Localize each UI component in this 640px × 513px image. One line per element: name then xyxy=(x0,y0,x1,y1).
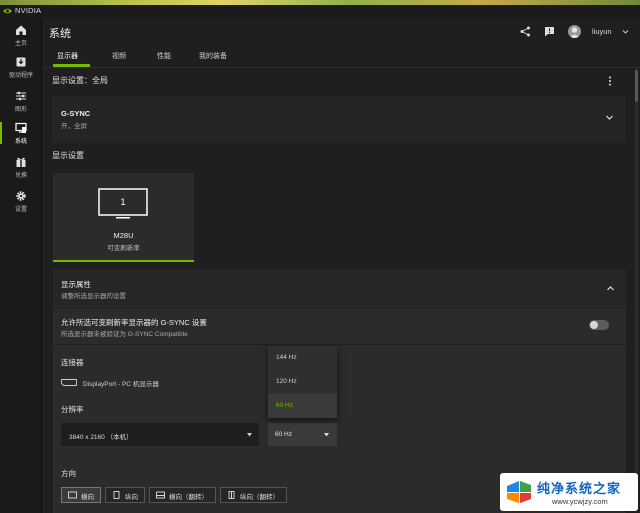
tab-bar: 显示器 视频 性能 我的装备 xyxy=(42,44,640,68)
orientation-landscape-button[interactable]: 横向 xyxy=(61,487,101,503)
orientation-label-portrait-flipped: 纵向（翻转） xyxy=(240,494,279,501)
resolution-label: 分辨率 xyxy=(61,405,84,414)
active-tab-indicator xyxy=(53,64,90,67)
tab-display[interactable]: 显示器 xyxy=(57,51,78,61)
resolution-value: 3840 x 2160 （本机） xyxy=(69,434,133,441)
landscape-icon xyxy=(68,491,77,499)
allow-gsync-label: 允许所选可变刷新率显示器的 G-SYNC 设置 xyxy=(61,318,207,327)
sidebar-item-redeem[interactable]: 兑换 xyxy=(0,154,42,184)
sidebar-item-label: 兑换 xyxy=(14,173,27,179)
orientation-portrait-flipped-button[interactable]: 纵向（翻转） xyxy=(220,487,287,503)
sidebar-item-label: 主页 xyxy=(14,41,27,47)
orientation-label-landscape-flipped: 横向（翻转） xyxy=(169,494,208,501)
window-titlebar: NVIDIA xyxy=(0,5,640,18)
gift-icon xyxy=(16,157,26,167)
share-icon[interactable] xyxy=(520,26,531,37)
connector-value: DisplayPort - PC 机显示器 xyxy=(83,381,159,388)
properties-title: 显示属性 xyxy=(61,280,91,289)
gsync-title: G-SYNC xyxy=(61,109,91,118)
tab-my-rig[interactable]: 我的装备 xyxy=(199,51,227,61)
sidebar-item-label: 驱动程序 xyxy=(8,73,33,79)
sidebar-item-settings[interactable]: 设置 xyxy=(0,188,42,218)
driver-icon xyxy=(16,57,26,67)
gsync-card[interactable]: G-SYNC 开，全屏 xyxy=(52,96,626,143)
portrait-icon xyxy=(113,491,120,499)
monitor-selected-indicator xyxy=(53,260,194,262)
dropdown-option-60hz[interactable]: 60 Hz xyxy=(268,394,337,418)
divider xyxy=(53,344,626,345)
resolution-select[interactable]: 3840 x 2160 （本机） xyxy=(61,423,259,446)
allow-gsync-toggle[interactable] xyxy=(589,320,609,330)
page-header: 系统 liuyun xyxy=(42,18,640,44)
monitor-subtitle: 可变刷新率 xyxy=(107,245,140,252)
monitor-icon xyxy=(15,122,27,133)
page-title: 系统 xyxy=(49,28,71,40)
chevron-down-icon[interactable] xyxy=(622,28,629,35)
option-label: 60 Hz xyxy=(276,402,293,409)
global-display-settings-label: 显示设置：全局 xyxy=(52,76,108,85)
orientation-portrait-button[interactable]: 纵向 xyxy=(105,487,145,503)
sliders-icon xyxy=(16,91,26,101)
feedback-icon[interactable] xyxy=(544,26,555,37)
dropdown-arrow-icon xyxy=(324,433,329,437)
orientation-landscape-flipped-button[interactable]: 横向（翻转） xyxy=(149,487,216,503)
chevron-down-icon[interactable] xyxy=(605,113,614,122)
sidebar-item-home[interactable]: 主页 xyxy=(0,22,42,52)
refresh-rate-dropdown: 144 Hz 120 Hz 60 Hz xyxy=(268,346,337,418)
content-area: 显示设置：全局 G-SYNC 开，全屏 显示设置 1 M28U 可变刷新率 显示… xyxy=(42,68,637,513)
username[interactable]: liuyun xyxy=(592,27,612,36)
sidebar-item-graphics[interactable]: 图形 xyxy=(0,88,42,118)
user-icon xyxy=(569,27,580,38)
watermark-logo-icon xyxy=(504,477,534,507)
monitor-number: 1 xyxy=(120,197,126,207)
monitor-name: M28U xyxy=(113,231,134,240)
watermark-title: 纯净系统之家 xyxy=(537,481,622,496)
landscape-flipped-icon xyxy=(156,491,165,499)
home-icon xyxy=(16,25,26,35)
display-settings-label: 显示设置 xyxy=(52,151,84,160)
more-options-icon[interactable] xyxy=(607,76,613,86)
app-name: NVIDIA xyxy=(15,6,42,15)
allow-gsync-sublabel: 所选显示器未被验证为 G-SYNC Compatible xyxy=(61,331,188,338)
displayport-icon xyxy=(61,379,77,386)
sidebar-item-system[interactable]: 系统 xyxy=(0,120,42,150)
connector-label: 连接器 xyxy=(61,358,84,367)
option-label: 144 Hz xyxy=(276,354,297,361)
watermark-url: www.ycwjzy.com xyxy=(552,497,608,506)
dropdown-arrow-icon xyxy=(247,433,252,437)
orientation-label: 方向 xyxy=(61,469,76,478)
tab-video[interactable]: 视频 xyxy=(112,51,126,61)
sidebar-item-label: 设置 xyxy=(14,207,27,213)
nvidia-logo-icon xyxy=(3,8,12,14)
sidebar: 主页 驱动程序 图形 系统 兑换 设置 xyxy=(0,18,42,513)
orientation-label-portrait: 纵向 xyxy=(125,494,138,501)
option-label: 120 Hz xyxy=(276,378,297,385)
tab-performance[interactable]: 性能 xyxy=(157,51,171,61)
toggle-knob xyxy=(590,321,598,329)
sidebar-item-label: 系统 xyxy=(14,139,27,145)
gsync-status: 开，全屏 xyxy=(61,123,87,130)
portrait-flipped-icon xyxy=(228,491,235,499)
dropdown-option-144hz[interactable]: 144 Hz xyxy=(268,346,337,370)
orientation-label-landscape: 横向 xyxy=(81,494,94,501)
main-panel: 系统 liuyun 显示器 视频 性能 我的装备 显示设置：全局 G-SYNC … xyxy=(42,18,640,513)
monitor-card[interactable]: 1 M28U 可变刷新率 xyxy=(53,173,194,262)
dropdown-option-120hz[interactable]: 120 Hz xyxy=(268,370,337,394)
refresh-rate-select[interactable]: 60 Hz xyxy=(268,423,337,446)
properties-subtitle: 调整所选显示器的设置 xyxy=(61,293,126,300)
gear-icon xyxy=(16,191,26,201)
sidebar-item-label: 图形 xyxy=(14,107,27,113)
refresh-rate-value: 60 Hz xyxy=(275,431,292,438)
chevron-up-icon[interactable] xyxy=(606,284,615,293)
avatar[interactable] xyxy=(568,25,581,38)
sidebar-item-drivers[interactable]: 驱动程序 xyxy=(0,54,42,84)
watermark: 纯净系统之家 www.ycwjzy.com xyxy=(500,473,638,511)
